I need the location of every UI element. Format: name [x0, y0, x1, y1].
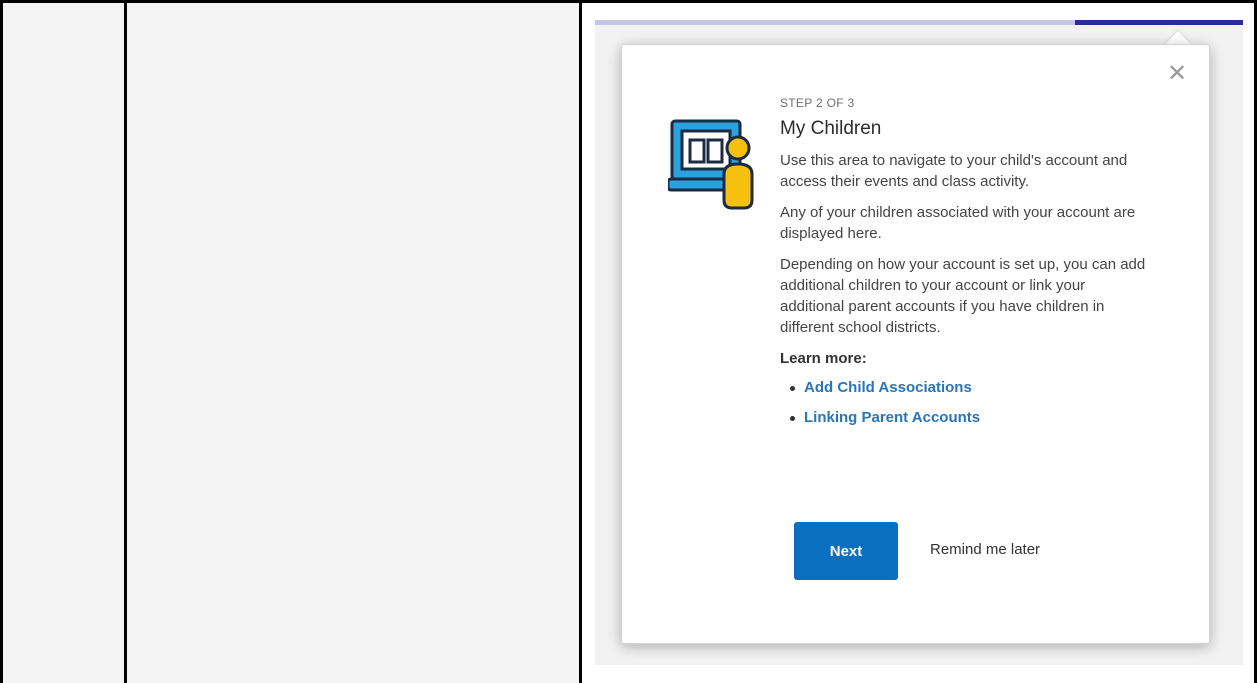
tour-paragraph: Depending on how your account is set up,…	[780, 256, 1146, 336]
tour-paragraph: Any of your children associated with you…	[780, 204, 1136, 242]
add-child-associations-link[interactable]: Add Child Associations	[804, 379, 972, 396]
tour-content: STEP 2 OF 3 My Children Use this area to…	[780, 96, 1152, 433]
close-icon[interactable]: ✕	[1167, 61, 1187, 85]
left-column	[3, 3, 124, 683]
tour-paragraph: Use this area to navigate to your child'…	[780, 152, 1128, 190]
middle-column	[127, 3, 579, 683]
popover-caret	[1164, 31, 1192, 45]
laptop-child-icon	[668, 119, 754, 210]
list-item: Add Child Associations	[790, 373, 1152, 403]
learn-more-links: Add Child Associations Linking Parent Ac…	[780, 373, 1152, 433]
tour-progress-fill	[1075, 20, 1243, 25]
learn-more-label: Learn more:	[780, 350, 867, 367]
linking-parent-accounts-link[interactable]: Linking Parent Accounts	[804, 409, 980, 426]
next-button[interactable]: Next	[794, 522, 898, 580]
tour-title: My Children	[780, 118, 882, 139]
list-item: Linking Parent Accounts	[790, 403, 1152, 433]
step-indicator: STEP 2 OF 3	[780, 96, 855, 110]
remind-me-later-button[interactable]: Remind me later	[930, 541, 1040, 558]
